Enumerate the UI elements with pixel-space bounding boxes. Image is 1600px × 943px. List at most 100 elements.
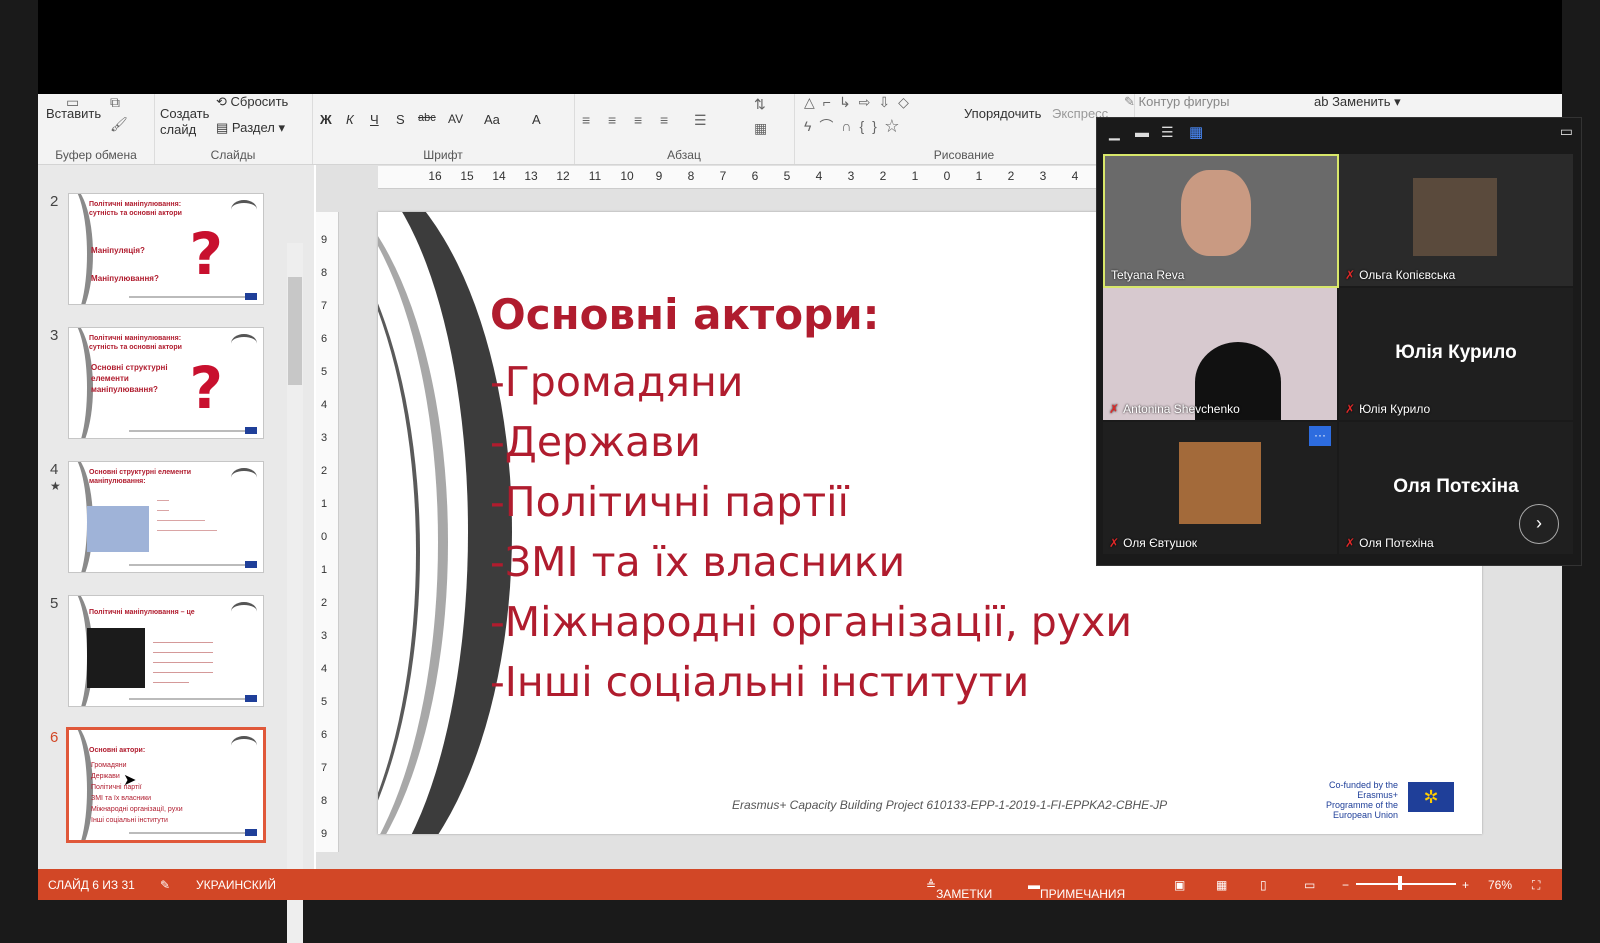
- thumb-number: 2: [50, 193, 59, 210]
- minimize-icon[interactable]: ▁: [1109, 124, 1120, 141]
- slideshow-icon[interactable]: ▭: [1304, 878, 1315, 892]
- slide-bullet[interactable]: -Інші соціальні інститути: [490, 658, 1029, 706]
- copy-icon[interactable]: ⧉: [110, 94, 120, 111]
- arrange-button[interactable]: Упорядочить: [964, 106, 1041, 121]
- shape-outline-button[interactable]: ✎ Контур фигуры: [1124, 94, 1229, 110]
- shapes-gallery-row2-icon[interactable]: ϟ⌒∩{}☆: [804, 116, 907, 136]
- thumb-body: Маніпуляція? Маніпулювання?: [91, 246, 159, 283]
- participant-name: Оля Євтушок: [1123, 536, 1198, 550]
- section-label: Раздел: [231, 120, 275, 135]
- eu-flag-icon: [245, 695, 257, 702]
- slide-bullet[interactable]: -ЗМІ та їх власники: [490, 538, 905, 586]
- shadow-button[interactable]: S: [396, 112, 405, 127]
- eu-flag-icon: [245, 561, 257, 568]
- zoom-slider[interactable]: [1356, 883, 1456, 885]
- ruler-tick-label: 9: [655, 169, 663, 183]
- ruler-tick-label: 11: [588, 169, 602, 183]
- columns-icon[interactable]: ☰: [694, 112, 707, 129]
- ruler-tick-label: 7: [321, 762, 328, 774]
- zoom-video-panel: ▁ ▬ ☰ ▦ ▭ Tetyana Reva ✗ Ольга Копієвська…: [1096, 117, 1582, 566]
- vertical-ruler-ticks: 9 8 7 6 5 4 3 2 1 0 1 2 3 4 5 6 7 8 9: [321, 224, 327, 851]
- slide-bullet[interactable]: -Громадяни: [490, 358, 743, 406]
- next-page-button[interactable]: ›: [1519, 504, 1559, 544]
- normal-view-icon[interactable]: ▣: [1174, 878, 1185, 892]
- change-case-button[interactable]: Aa: [484, 112, 500, 127]
- drawing-label: Рисование: [933, 148, 995, 162]
- ruler-tick-label: 4: [1071, 169, 1079, 183]
- section-button[interactable]: ▤ Раздел ▾: [216, 120, 285, 136]
- language-indicator[interactable]: УКРАИНСКИЙ: [196, 878, 276, 892]
- align-left-icon[interactable]: ≡: [582, 112, 590, 128]
- mic-muted-icon: ✗: [1345, 268, 1356, 282]
- slide-bullet[interactable]: -Держави: [490, 418, 701, 466]
- replace-button[interactable]: ab Заменить ▾: [1314, 94, 1401, 110]
- align-right-icon[interactable]: ≡: [634, 112, 642, 128]
- ruler-tick-label: 3: [321, 630, 328, 642]
- comments-label: ПРИМЕЧАНИЯ: [1040, 887, 1126, 901]
- ruler-tick-label: 2: [321, 465, 328, 477]
- underline-button[interactable]: Ч: [370, 112, 379, 127]
- new-slide-button[interactable]: Создать слайд: [160, 106, 210, 138]
- eu-flag-icon: [245, 293, 257, 300]
- replace-label: Заменить: [1332, 94, 1391, 109]
- exit-fullscreen-icon[interactable]: ▭: [1560, 123, 1573, 140]
- vertical-ruler: 9 8 7 6 5 4 3 2 1 0 1 2 3 4 5 6 7 8 9: [316, 212, 339, 852]
- participant-name-row: ✗ Оля Євтушок: [1109, 536, 1197, 550]
- more-options-button[interactable]: ···: [1309, 426, 1331, 446]
- slide-thumbnail-6-selected[interactable]: Основні актори: Громадяни Держави Політи…: [66, 727, 266, 843]
- zoom-slider-thumb[interactable]: [1398, 876, 1402, 890]
- justify-icon[interactable]: ≡: [660, 112, 668, 128]
- zoom-in-button[interactable]: +: [1462, 878, 1469, 892]
- comments-button[interactable]: ▬ ПРИМЕЧАНИЯ: [1028, 878, 1125, 901]
- group-drawing: △⌐↳⇨⇩◇ ϟ⌒∩{}☆ Упорядочить Экспресс ✎ Кон…: [794, 94, 1229, 164]
- slides-scrollbar-thumb[interactable]: [288, 277, 302, 385]
- slide-bullet[interactable]: -Політичні партії: [490, 478, 849, 526]
- zoom-out-button[interactable]: −: [1342, 878, 1349, 892]
- slide-title[interactable]: Основні актори:: [490, 290, 879, 339]
- slides-pane: 2 Політичні маніпулювання: сутність та о…: [38, 165, 314, 943]
- slide-sorter-icon[interactable]: ▦: [1216, 878, 1227, 892]
- cofunded-text: Co-funded by the Erasmus+ Programme of t…: [1325, 780, 1398, 820]
- align-center-icon[interactable]: ≡: [608, 112, 616, 128]
- spellcheck-icon[interactable]: ✎: [160, 878, 170, 892]
- ruler-tick-label: 5: [783, 169, 791, 183]
- notes-button[interactable]: ≜ ЗАМЕТКИ: [926, 878, 992, 901]
- slide-footer: Erasmus+ Capacity Building Project 61013…: [732, 798, 1168, 812]
- paste-button[interactable]: Вставить: [46, 106, 101, 121]
- slide-bullet[interactable]: -Міжнародні організації, рухи: [490, 598, 1132, 646]
- slide-thumbnail-3[interactable]: Політичні маніпулювання: сутність та осн…: [68, 327, 264, 439]
- participant-tile[interactable]: Юлія Курило ✗ Юлія Курило: [1339, 288, 1573, 420]
- slide-thumbnail-4[interactable]: Основні структурні елементи маніпулюванн…: [68, 461, 264, 573]
- single-view-icon[interactable]: ▬: [1135, 124, 1149, 140]
- thumb-title: Політичні маніпулювання: сутність та осн…: [89, 335, 182, 351]
- slide-thumbnail-2[interactable]: Політичні маніпулювання: сутність та осн…: [68, 193, 264, 305]
- smartart-icon[interactable]: ▦: [754, 120, 767, 137]
- thumb-title: Політичні маніпулювання: сутність та осн…: [89, 201, 182, 217]
- strikethrough-button[interactable]: abc: [418, 112, 436, 124]
- font-color-button[interactable]: A: [532, 112, 541, 127]
- participant-tile[interactable]: ✗ Antonina Shevchenko: [1103, 288, 1337, 420]
- slide-thumbnail-5[interactable]: Політичні маніпулювання – це —————————— —…: [68, 595, 264, 707]
- fit-slide-icon[interactable]: ⛶: [1532, 878, 1540, 893]
- text-direction-icon[interactable]: ⇅: [754, 96, 766, 113]
- puppet-image: [87, 628, 145, 688]
- bold-button[interactable]: Ж: [320, 112, 332, 127]
- thumb-footer: [129, 698, 249, 700]
- shapes-gallery-icon[interactable]: △⌐↳⇨⇩◇: [804, 94, 917, 111]
- participant-tile[interactable]: ✗ Ольга Копієвська: [1339, 154, 1573, 286]
- zoom-level[interactable]: 76%: [1488, 878, 1512, 892]
- participant-tile[interactable]: Оля Потєхіна ✗ Оля Потєхіна ›: [1339, 422, 1573, 554]
- status-bar: СЛАЙД 6 ИЗ 31 ✎ УКРАИНСКИЙ ≜ ЗАМЕТКИ ▬ П…: [38, 869, 1562, 901]
- format-painter-icon[interactable]: 🖌: [110, 116, 128, 133]
- reset-button[interactable]: ⟲ Сбросить: [216, 94, 288, 110]
- thumb-number: 4: [50, 461, 59, 478]
- participant-tile[interactable]: ··· ✗ Оля Євтушок: [1103, 422, 1337, 554]
- participant-tile[interactable]: Tetyana Reva: [1103, 154, 1339, 288]
- gallery-view-icon[interactable]: ▦: [1189, 123, 1203, 141]
- char-spacing-button[interactable]: AV: [448, 112, 463, 126]
- eu-flag-icon: [245, 427, 257, 434]
- reading-view-icon[interactable]: ▯: [1260, 878, 1267, 892]
- italic-button[interactable]: К: [346, 112, 354, 127]
- ruler-tick-label: 5: [321, 696, 328, 708]
- strip-view-icon[interactable]: ☰: [1161, 124, 1174, 141]
